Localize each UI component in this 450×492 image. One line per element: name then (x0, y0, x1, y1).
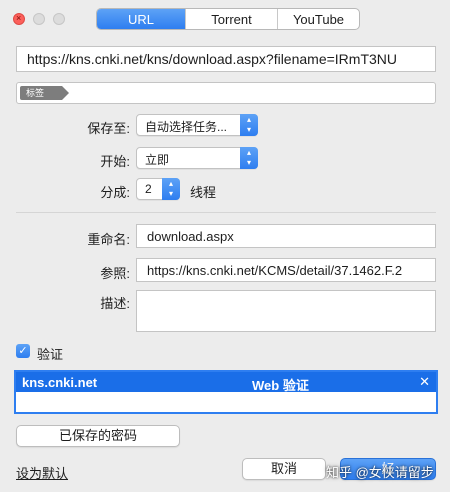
referer-label: 参照: (100, 266, 130, 281)
start-label: 开始: (100, 154, 130, 169)
description-input[interactable] (136, 290, 436, 332)
split-value: 2 (145, 182, 152, 196)
auth-label: 验证 (37, 347, 64, 362)
cancel-button[interactable]: 取消 (242, 458, 326, 480)
auth-checkbox[interactable]: ✓ (16, 344, 30, 358)
updown-arrows-icon: ▴ ▾ (240, 147, 258, 169)
save-to-label: 保存至: (87, 121, 130, 136)
set-default-link[interactable]: 设为默认 (16, 463, 68, 482)
tab-torrent[interactable]: Torrent (185, 9, 277, 29)
split-label: 分成: (100, 185, 130, 200)
close-icon: × (16, 13, 22, 23)
remove-auth-icon[interactable]: ✕ (419, 374, 430, 390)
tab-url[interactable]: URL (97, 9, 185, 29)
tab-youtube[interactable]: YouTube (277, 9, 359, 29)
description-label: 描述: (100, 296, 130, 311)
tag-label: 标签 (20, 86, 69, 100)
auth-list: kns.cnki.net Web 验证 ✕ (14, 370, 438, 414)
close-window-button[interactable]: × (13, 13, 25, 25)
watermark: 知乎 @女侠请留步 (326, 465, 434, 480)
title-bar: × URL Torrent YouTube (0, 0, 450, 38)
divider (16, 212, 436, 213)
save-to-value: 自动选择任务... (145, 120, 228, 134)
source-type-segmented-control: URL Torrent YouTube (96, 8, 360, 30)
checkmark-icon: ✓ (18, 345, 28, 357)
rename-input[interactable]: download.aspx (136, 224, 436, 248)
referer-input[interactable]: https://kns.cnki.net/KCMS/detail/37.1462… (136, 258, 436, 282)
tags-input[interactable]: 标签 (16, 82, 436, 104)
updown-arrows-icon: ▴ ▾ (240, 114, 258, 136)
zoom-window-button[interactable] (53, 13, 65, 25)
saved-passwords-button[interactable]: 已保存的密码 (16, 425, 180, 447)
start-value: 立即 (145, 153, 170, 167)
rename-label: 重命名: (87, 232, 130, 247)
auth-type: Web 验证 (252, 378, 309, 393)
auth-host: kns.cnki.net (22, 375, 98, 390)
split-select[interactable]: 2 ▴ ▾ (136, 178, 180, 200)
save-to-select[interactable]: 自动选择任务... ▴ ▾ (136, 114, 258, 136)
start-select[interactable]: 立即 ▴ ▾ (136, 147, 258, 169)
threads-unit-label: 线程 (190, 185, 217, 200)
auth-list-row[interactable]: kns.cnki.net Web 验证 ✕ (16, 372, 436, 393)
url-input[interactable]: https://kns.cnki.net/kns/download.aspx?f… (16, 46, 436, 72)
minimize-window-button[interactable] (33, 13, 45, 25)
updown-arrows-icon: ▴ ▾ (162, 178, 180, 200)
